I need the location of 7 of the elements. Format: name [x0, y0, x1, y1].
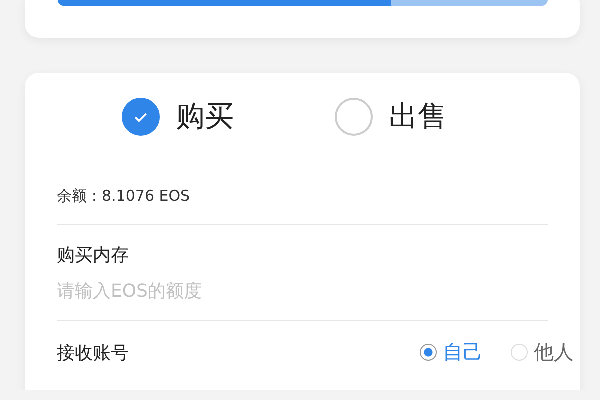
trade-type-radio[interactable]: 购买: [122, 97, 335, 137]
receiver-label: 接收账号: [57, 342, 129, 364]
memory-label: 购买内存: [57, 244, 130, 267]
receiver-radio[interactable]: 自己: [420, 339, 483, 366]
trade-type-radio[interactable]: 出售: [335, 97, 548, 137]
receiver-radio[interactable]: 他人: [511, 339, 574, 366]
balance-text: 余额：8.1076 EOS: [57, 187, 192, 206]
